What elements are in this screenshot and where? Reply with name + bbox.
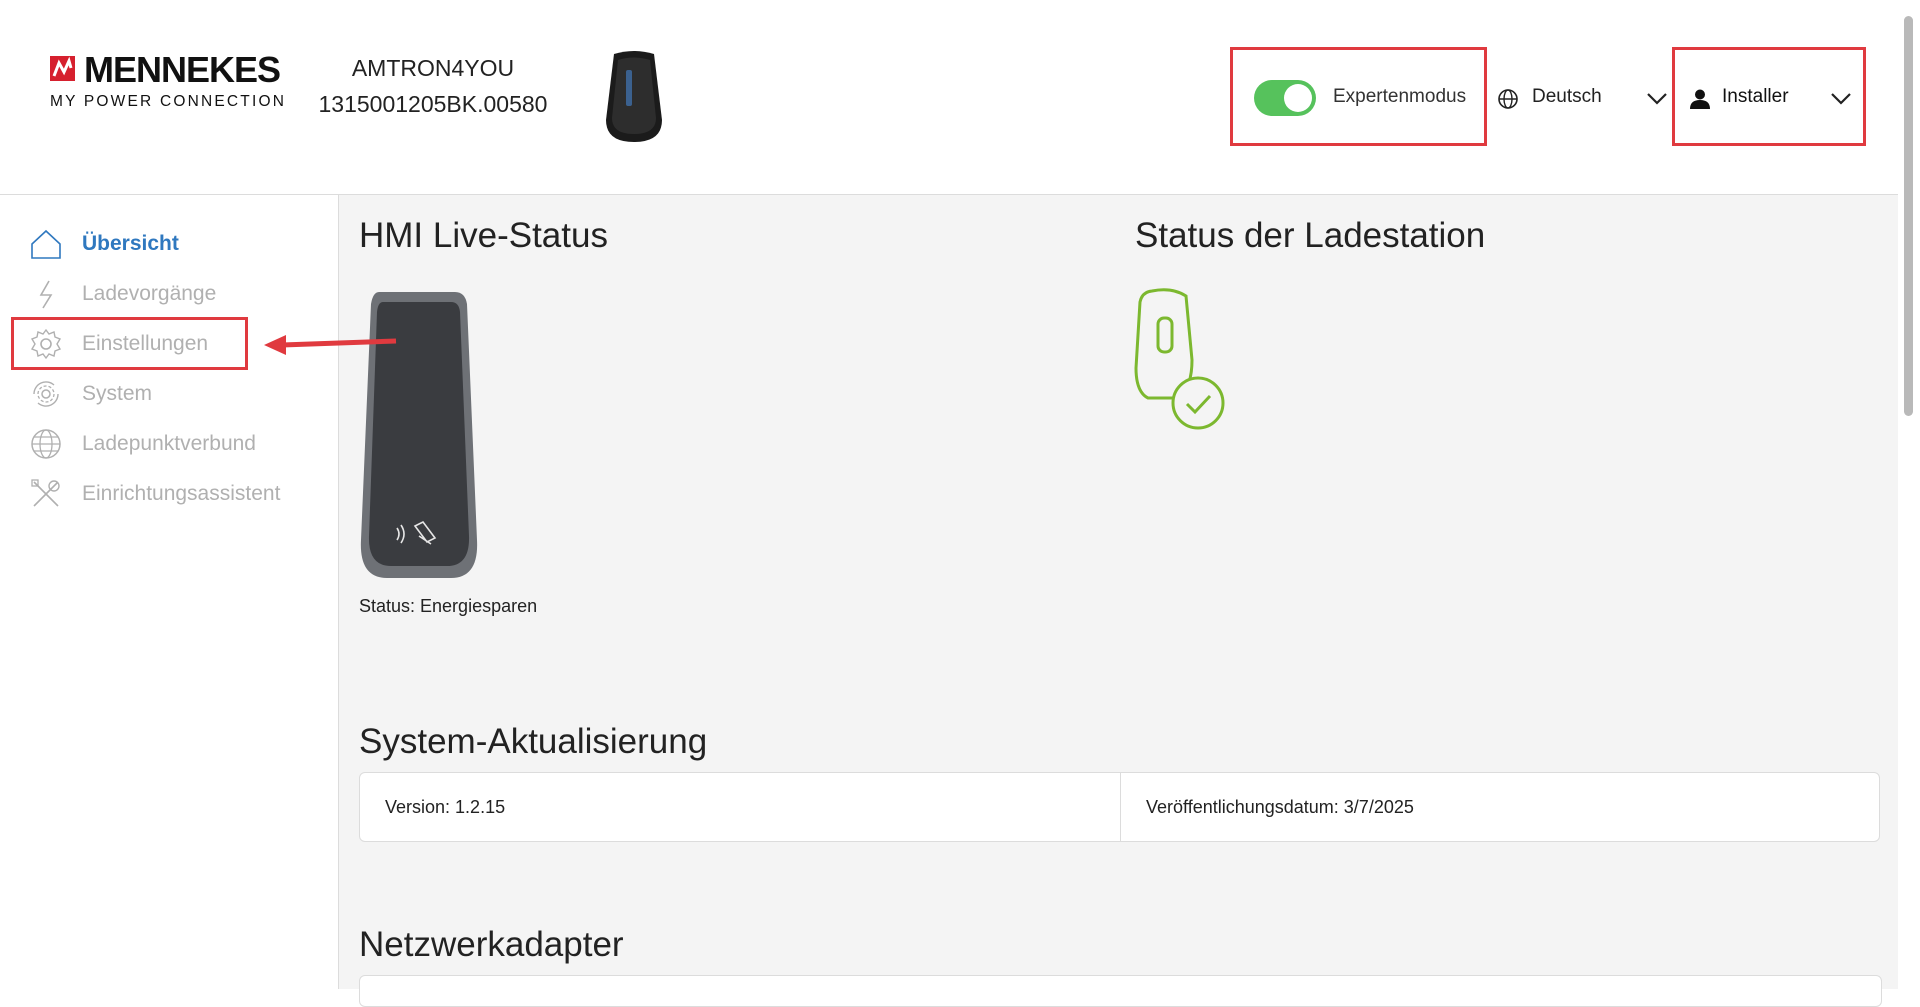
tools-icon — [31, 479, 60, 507]
language-label: Deutsch — [1532, 86, 1602, 107]
toggle-knob — [1284, 84, 1312, 112]
sidebar-item-label: Ladevorgänge — [82, 282, 217, 305]
wallbox-thumbnail-image — [606, 51, 662, 142]
lightning-icon — [39, 280, 53, 309]
release-date-text: Veröffentlichungsdatum: 3/7/2025 — [1146, 797, 1414, 817]
header: MENNEKES MY POWER CONNECTION AMTRON4YOU … — [0, 0, 1898, 195]
charging-station-ok-icon — [1134, 288, 1225, 430]
sidebar-item-label: System — [82, 382, 153, 405]
globe-icon — [31, 429, 61, 459]
station-status-title: Status der Ladestation — [1135, 216, 1486, 255]
mennekes-logo[interactable]: MENNEKES MY POWER CONNECTION — [50, 50, 284, 120]
einstellungen-highlight — [11, 317, 248, 370]
sidebar — [0, 195, 339, 989]
sidebar-item-ladepunktverbund[interactable]: Ladepunktverbund — [30, 426, 330, 462]
sidebar-item-einrichtungsassistent[interactable]: Einrichtungsassistent — [30, 476, 330, 512]
home-icon — [31, 229, 61, 259]
system-update-card: Version: 1.2.15 Veröffentlichungsdatum: … — [359, 772, 1880, 842]
device-serial: 1315001205BK.00580 — [318, 91, 548, 117]
sidebar-item-label: Ladepunktverbund — [82, 432, 256, 455]
chevron-down-icon — [1647, 93, 1667, 105]
brand-tagline: MY POWER CONNECTION — [50, 93, 287, 110]
user-icon — [1690, 89, 1710, 109]
user-role-label: Installer — [1722, 86, 1789, 107]
network-adapter-title: Netzwerkadapter — [359, 925, 624, 964]
device-model: AMTRON4YOU — [351, 55, 515, 81]
main-content — [339, 195, 1898, 989]
globe-icon — [1498, 89, 1518, 109]
language-select[interactable]: Deutsch — [1497, 84, 1677, 114]
system-update-title: System-Aktualisierung — [359, 722, 708, 761]
sidebar-item-system[interactable]: System — [30, 376, 330, 412]
system-gear-icon — [33, 381, 59, 407]
annotation-arrow-icon — [264, 335, 397, 355]
hmi-live-status-title: HMI Live-Status — [359, 216, 608, 255]
sidebar-item-label: Übersicht — [82, 232, 179, 255]
hmi-status-text: Status: Energiesparen — [359, 596, 538, 616]
network-adapter-card — [359, 975, 1882, 1007]
expert-mode-toggle[interactable] — [1254, 80, 1316, 116]
device-info: AMTRON4YOU 1315001205BK.00580 — [318, 50, 548, 122]
scrollbar-thumb[interactable] — [1904, 16, 1913, 416]
sidebar-item-label: Einrichtungsassistent — [82, 482, 281, 505]
sidebar-item-ladevorgaenge[interactable]: Ladevorgänge — [30, 276, 330, 312]
version-text: Version: 1.2.15 — [385, 797, 506, 817]
chevron-down-icon — [1831, 93, 1851, 105]
expert-mode-label: Expertenmodus — [1333, 86, 1467, 107]
user-role-select[interactable]: Installer — [1687, 84, 1857, 114]
card-divider — [1120, 773, 1121, 841]
sidebar-item-uebersicht[interactable]: Übersicht — [30, 226, 330, 262]
brand-name: MENNEKES — [84, 49, 281, 90]
mennekes-logo-mark-icon — [50, 56, 75, 81]
